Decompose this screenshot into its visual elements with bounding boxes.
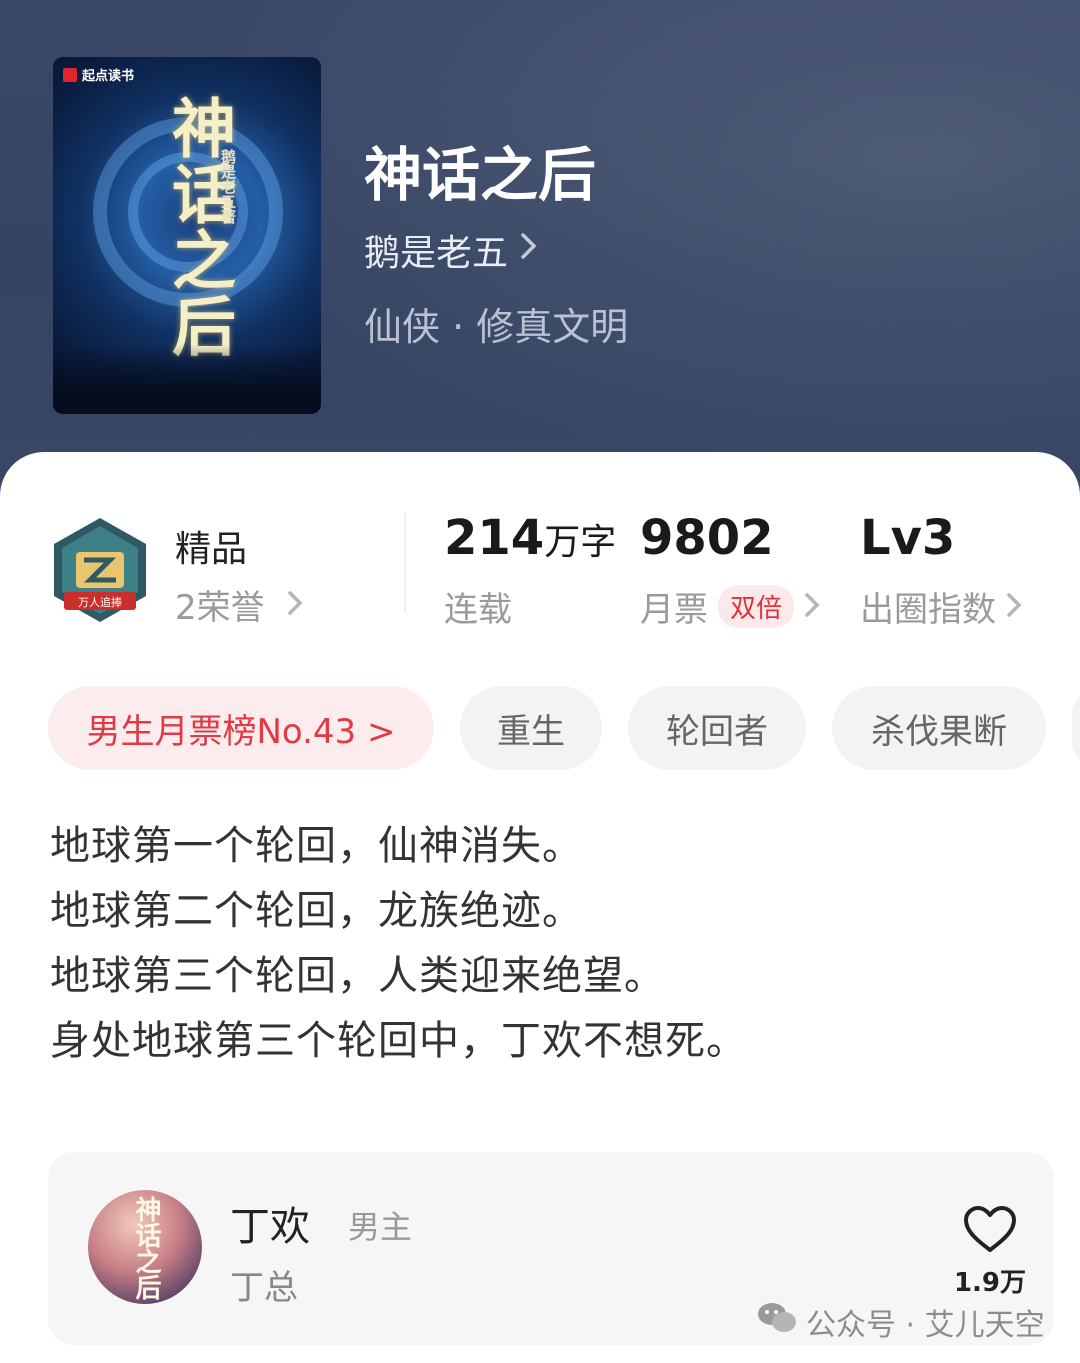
honor-title: 精品 [175,529,248,570]
cover-brand: 起点读书 [63,65,134,84]
monthly-tickets-link[interactable]: 月票 双倍 [640,582,820,631]
tag-item[interactable]: 重生 [460,686,602,770]
character-name: 丁欢 [230,1204,310,1250]
chevron-right-icon [1006,587,1022,627]
cover-author: 鹅是老五著 [219,149,237,224]
tag-rank[interactable]: 男生月票榜No.43 > [48,686,434,770]
book-info-card: 万人追捧 精品 2荣誉 214万字 连载 9802 月票 双倍 Lv3 出圈指数… [0,452,1080,1363]
like-count: 1.9万 [953,1268,1027,1298]
author-link[interactable]: 鹅是老五 [364,224,538,276]
wechat-icon [756,1300,798,1344]
cover-trees [53,344,321,414]
character-nickname: 丁总 [230,1268,298,1308]
monthly-tickets-value: 9802 [640,510,774,566]
stat-divider [404,512,406,612]
book-title: 神话之后 [364,141,597,209]
author-name: 鹅是老五 [364,233,509,274]
avatar-text: 神话之后 [131,1196,161,1300]
serial-status: 连载 [444,590,512,630]
heart-outline-icon[interactable] [960,1204,1020,1258]
popularity-link[interactable]: 出圈指数 [860,582,1022,631]
popularity-level: Lv3 [860,510,956,566]
honor-link[interactable]: 2荣誉 [175,580,303,629]
word-count-value: 214 [444,510,545,566]
word-count-unit: 万字 [544,522,617,563]
monthly-tickets-label: 月票 [640,590,708,630]
badge-text: 万人追捧 [78,595,122,609]
tag-list: 男生月票榜No.43 > 重生 轮回者 杀伐果断 [48,686,1080,772]
chevron-right-icon [520,232,538,268]
book-cover[interactable]: 起点读书 神话之后 鹅是老五著 [53,57,321,414]
cover-brand-text: 起点读书 [82,69,135,84]
word-count: 214万字 [444,510,616,566]
double-badge: 双倍 [718,585,795,628]
qidian-logo-icon [63,67,77,82]
book-description[interactable]: 地球第一个轮回，仙神消失。 地球第二个轮回，龙族绝迹。 地球第三个轮回，人类迎来… [50,814,1030,1074]
description-line: 地球第二个轮回，龙族绝迹。 [50,888,583,934]
honor-count: 2荣誉 [175,588,265,628]
watermark: 公众号 · 艾儿天空 [756,1300,1045,1344]
watermark-text: 公众号 · 艾儿天空 [806,1308,1045,1343]
tag-item[interactable]: 杀伐果断 [832,686,1046,770]
description-line: 身处地球第三个轮回中，丁欢不想死。 [50,1018,747,1064]
popularity-label: 出圈指数 [860,590,996,630]
description-line: 地球第三个轮回，人类迎来绝望。 [50,953,665,999]
description-line: 地球第一个轮回，仙神消失。 [50,823,583,869]
chevron-right-icon [804,587,820,627]
chevron-right-icon [287,585,303,625]
honor-badge-icon[interactable]: 万人追捧 [50,516,150,626]
book-genre: 仙侠 · 修真文明 [364,305,629,349]
tag-item[interactable]: 轮回者 [628,686,806,770]
tag-item-partial[interactable] [1072,686,1080,770]
cover-title: 神话之后 [161,95,236,359]
character-role: 男主 [348,1208,413,1246]
character-avatar[interactable]: 神话之后 [88,1190,202,1304]
